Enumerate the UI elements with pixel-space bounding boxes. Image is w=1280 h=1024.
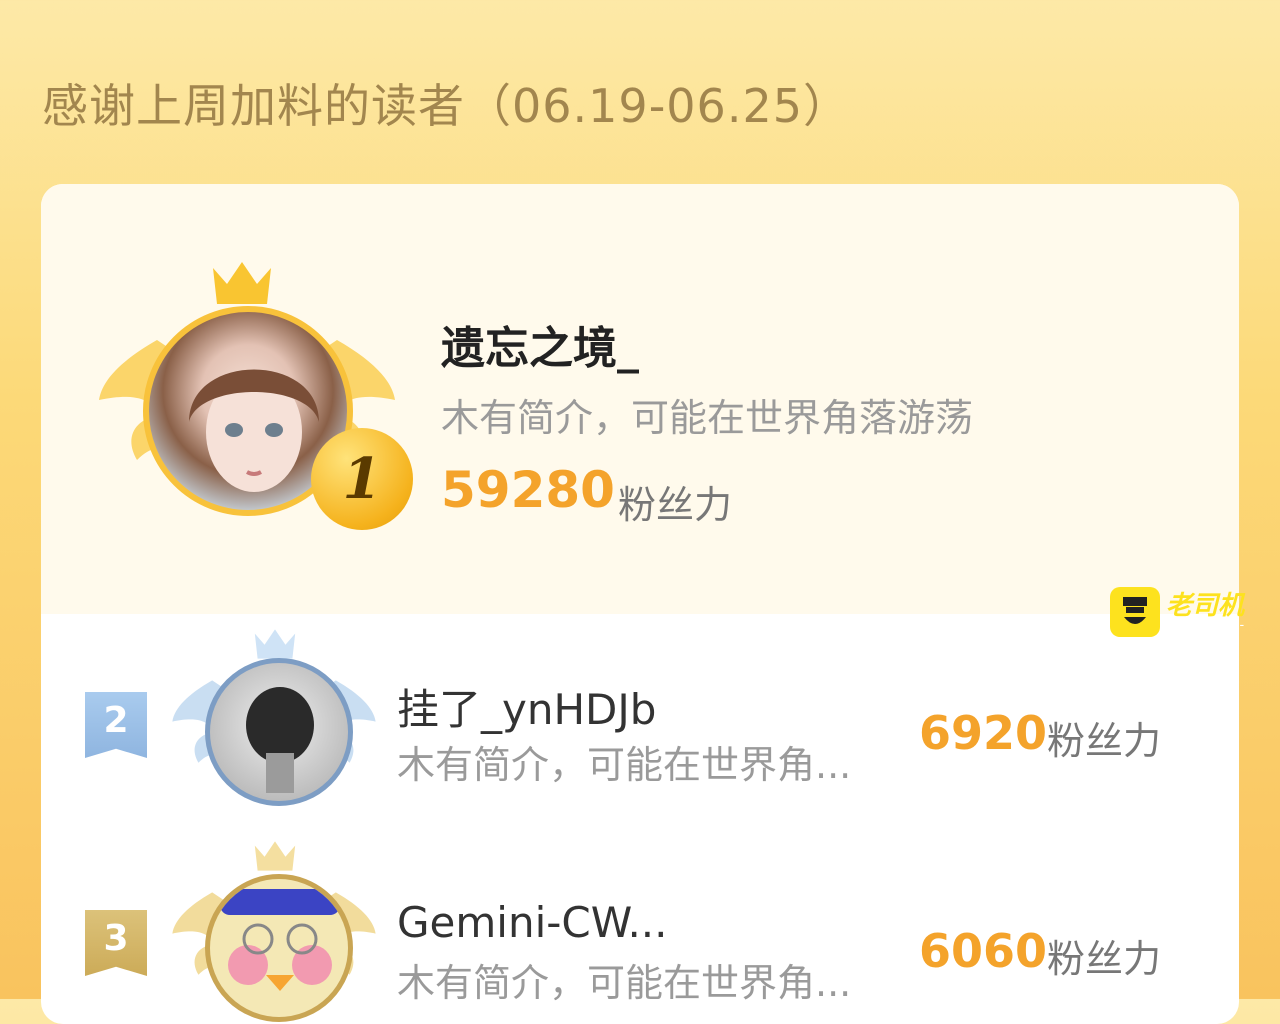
list-item[interactable]: 2 挂了_ynHDJb 木有简介，可能在世界角... 6920 粉丝力 (41, 616, 1239, 816)
reader-score-unit: 粉丝力 (1047, 719, 1162, 763)
top-reader-score: 59280 (441, 461, 615, 519)
reader-name[interactable]: 挂了_ynHDJb (397, 676, 656, 737)
list-item[interactable]: 3 Gemini-CW... 木有简介，可能在世界角... 6060 粉丝力 (41, 836, 1239, 1024)
reader-bio: 木有简介，可能在世界角... (397, 743, 852, 787)
rank-flag-icon: 3 (85, 910, 147, 976)
rank-flag-icon: 2 (85, 692, 147, 758)
reader-score: 6060 (919, 924, 1048, 978)
top-reader-score-unit: 粉丝力 (618, 483, 733, 527)
reader-score: 6920 (919, 706, 1048, 760)
watermark-logo-icon (1110, 587, 1160, 637)
page-title: 感谢上周加料的读者（06.19-06.25） (42, 79, 850, 133)
avatar (205, 874, 353, 1022)
reader-name[interactable]: Gemini-CW... (397, 898, 668, 947)
crown-icon (254, 841, 296, 871)
rank-badge-icon: 1 (311, 428, 413, 530)
top-reader-avatar-group: 1 (97, 260, 413, 535)
avatar (205, 658, 353, 806)
watermark-subtitle: - lsjmh.site - (1164, 618, 1245, 633)
crown-icon (213, 262, 271, 304)
watermark: 老司机 - lsjmh.site - (1108, 585, 1268, 640)
top-reader-section[interactable]: 1 遗忘之境_ 木有简介，可能在世界角落游荡 59280 粉丝力 (41, 184, 1239, 614)
watermark-title: 老司机 (1166, 591, 1245, 621)
top-reader-bio: 木有简介，可能在世界角落游荡 (441, 396, 974, 440)
leaderboard-card: 1 遗忘之境_ 木有简介，可能在世界角落游荡 59280 粉丝力 2 挂了_yn… (41, 184, 1239, 1024)
crown-icon (254, 629, 296, 659)
reader-score-unit: 粉丝力 (1047, 937, 1162, 981)
top-reader-name[interactable]: 遗忘之境_ (441, 312, 639, 376)
